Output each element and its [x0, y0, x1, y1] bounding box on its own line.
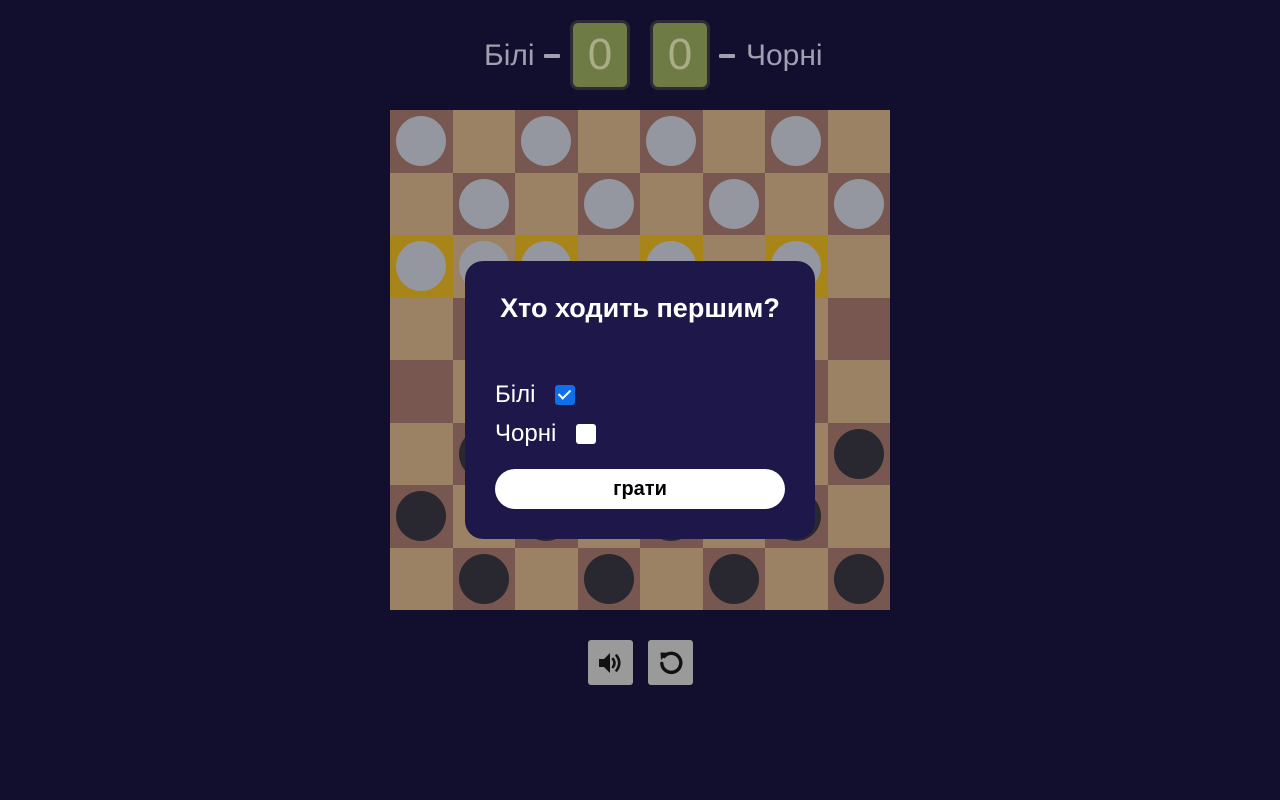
board-square[interactable]	[390, 547, 453, 610]
board-square[interactable]	[765, 172, 828, 235]
board-square[interactable]	[640, 547, 703, 610]
board-square[interactable]	[702, 172, 765, 235]
score-separator-right	[719, 54, 735, 58]
black-piece[interactable]	[708, 553, 759, 604]
board-square[interactable]	[390, 110, 453, 173]
board-square[interactable]	[827, 172, 890, 235]
option-black-label: Чорні	[495, 420, 557, 447]
black-piece[interactable]	[396, 491, 446, 541]
sound-button[interactable]	[588, 640, 633, 685]
board-square[interactable]	[452, 110, 515, 173]
board-square[interactable]	[390, 360, 453, 423]
white-piece[interactable]	[833, 178, 884, 229]
board-square[interactable]	[452, 547, 515, 610]
board-square[interactable]	[452, 172, 515, 235]
board-square[interactable]	[390, 297, 453, 360]
board-square[interactable]	[515, 172, 578, 235]
black-piece[interactable]	[833, 553, 884, 604]
board-square[interactable]	[390, 235, 453, 298]
board-square[interactable]	[765, 547, 828, 610]
white-first-checkbox[interactable]	[555, 385, 576, 405]
option-white-label: Білі	[495, 381, 536, 408]
board-square[interactable]	[827, 360, 890, 423]
board-square[interactable]	[577, 110, 640, 173]
play-button[interactable]: грати	[495, 469, 785, 509]
board-square[interactable]	[390, 485, 453, 548]
board-square[interactable]	[827, 422, 890, 485]
white-score: 0	[570, 20, 630, 90]
speaker-icon	[597, 650, 625, 676]
board-square[interactable]	[827, 297, 890, 360]
black-first-checkbox[interactable]	[576, 424, 597, 444]
board-square[interactable]	[515, 110, 578, 173]
white-piece[interactable]	[771, 116, 821, 166]
board-square[interactable]	[702, 547, 765, 610]
board-square[interactable]	[390, 422, 453, 485]
first-move-dialog: Хто ходить першим? Білі Чорні грати	[465, 261, 815, 539]
game-page: Білі 0 0 Чорні Хто ходить першим? Білі Ч…	[0, 0, 1280, 800]
scoreboard: Білі 0 0 Чорні	[0, 20, 1280, 90]
board-square[interactable]	[827, 235, 890, 298]
option-white[interactable]: Білі	[495, 381, 576, 409]
restart-icon	[657, 649, 685, 677]
black-piece[interactable]	[458, 553, 509, 604]
black-player-label: Чорні	[746, 39, 823, 72]
board-square[interactable]	[765, 110, 828, 173]
board-square[interactable]	[577, 547, 640, 610]
board-square[interactable]	[515, 547, 578, 610]
white-piece[interactable]	[708, 178, 759, 229]
restart-button[interactable]	[648, 640, 693, 685]
white-piece[interactable]	[396, 116, 446, 166]
black-score: 0	[650, 20, 710, 90]
board-square[interactable]	[827, 110, 890, 173]
dialog-title: Хто ходить першим?	[500, 293, 780, 323]
option-black[interactable]: Чорні	[495, 420, 597, 448]
board-square[interactable]	[702, 110, 765, 173]
board-square[interactable]	[577, 172, 640, 235]
board-square[interactable]	[390, 172, 453, 235]
white-piece[interactable]	[521, 116, 571, 166]
board-square[interactable]	[827, 485, 890, 548]
board-square[interactable]	[640, 172, 703, 235]
white-piece[interactable]	[583, 178, 634, 229]
white-player-label: Білі	[484, 39, 535, 72]
black-piece[interactable]	[833, 428, 884, 479]
white-piece[interactable]	[646, 116, 696, 166]
white-piece[interactable]	[458, 178, 509, 229]
board-square[interactable]	[827, 547, 890, 610]
score-separator-left	[544, 54, 560, 58]
black-piece[interactable]	[583, 553, 634, 604]
white-piece[interactable]	[396, 241, 446, 291]
board-square[interactable]	[640, 110, 703, 173]
